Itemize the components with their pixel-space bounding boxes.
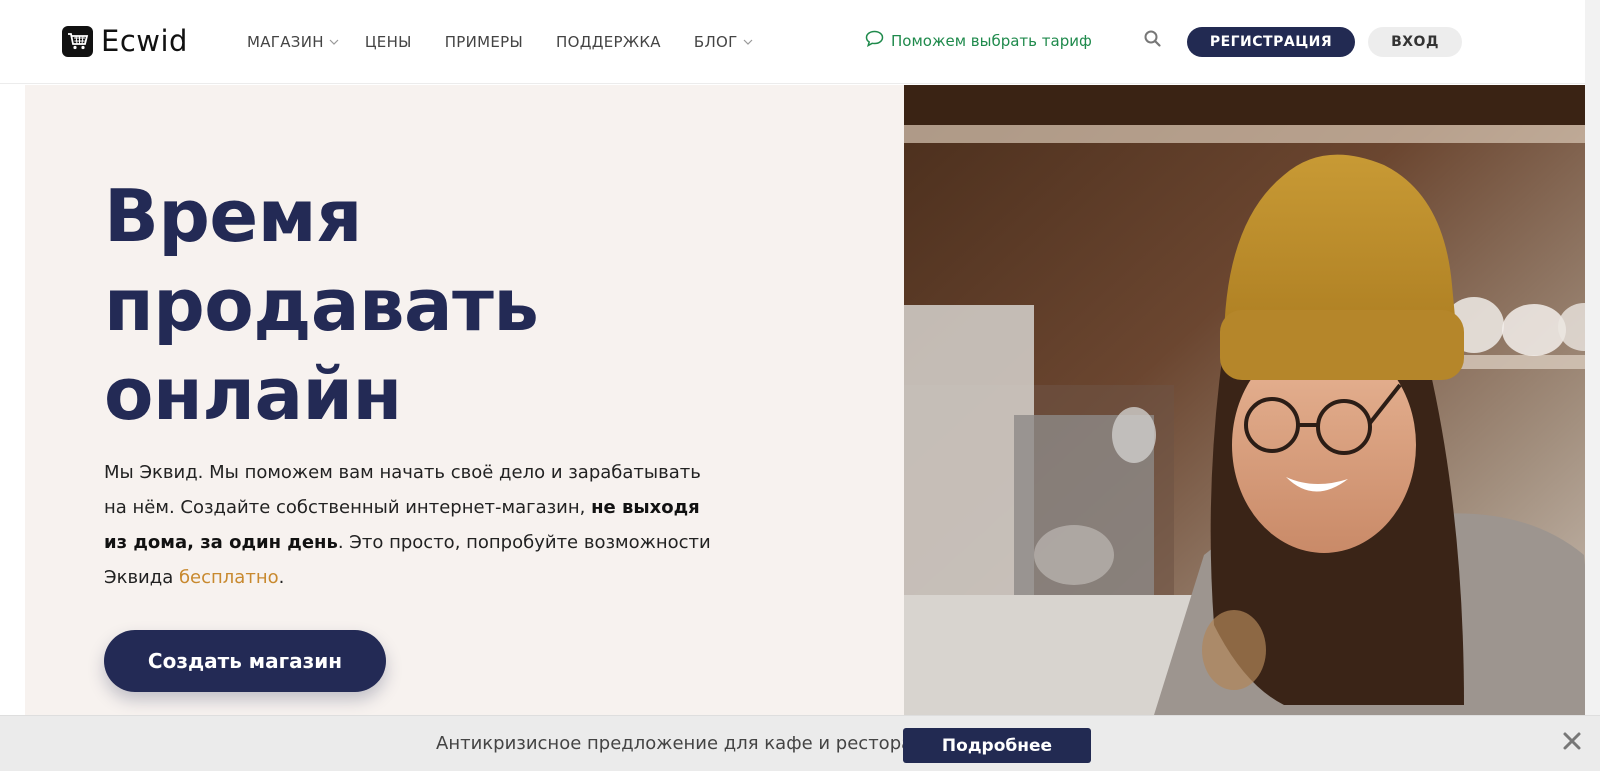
banner-details-button[interactable]: Подробнее [903,728,1091,763]
nav-item-blog[interactable]: БЛОГ [694,33,753,51]
hero-title: Время продавать онлайн [104,174,539,436]
page-gutter [0,85,25,715]
help-choose-plan-link[interactable]: Поможем выбрать тариф [865,30,1092,51]
chevron-down-icon [329,37,339,48]
login-button[interactable]: ВХОД [1368,27,1462,57]
hero-text-end: . [278,567,285,588]
create-store-button[interactable]: Создать магазин [104,630,386,692]
nav-item-pricing[interactable]: ЦЕНЫ [365,33,412,51]
nav-item-store[interactable]: МАГАЗИН [247,33,339,51]
nav-item-label: ЦЕНЫ [364,33,412,51]
hero-photo [904,85,1600,715]
nav-item-support[interactable]: ПОДДЕРЖКА [556,33,661,51]
free-link[interactable]: бесплатно [179,567,279,588]
chat-bubble-icon [865,30,884,51]
site-header: Ecwid МАГАЗИН ЦЕНЫ ПРИМЕРЫ ПОДДЕРЖКА БЛО… [0,0,1600,84]
nav-item-label: БЛОГ [693,33,738,51]
banner-text: Антикризисное предложение для кафе и рес… [436,733,946,754]
shopping-cart-icon [62,25,93,57]
main-nav: МАГАЗИН ЦЕНЫ ПРИМЕРЫ ПОДДЕРЖКА БЛОГ [247,0,753,84]
close-icon[interactable] [1562,731,1586,755]
nav-item-label: ПОДДЕРЖКА [556,33,661,51]
promo-banner: Антикризисное предложение для кафе и рес… [0,715,1600,771]
logo[interactable]: Ecwid [62,24,188,58]
nav-item-examples[interactable]: ПРИМЕРЫ [445,33,523,51]
register-button[interactable]: РЕГИСТРАЦИЯ [1187,27,1355,57]
chevron-down-icon [743,37,753,48]
hero-description: Мы Эквид. Мы поможем вам начать своё дел… [104,455,724,595]
page-scrollbar[interactable] [1585,0,1600,715]
help-link-label: Поможем выбрать тариф [891,31,1092,50]
nav-item-label: МАГАЗИН [247,33,324,51]
nav-item-label: ПРИМЕРЫ [444,33,524,51]
logo-text: Ecwid [101,24,188,58]
search-icon[interactable] [1143,29,1167,53]
